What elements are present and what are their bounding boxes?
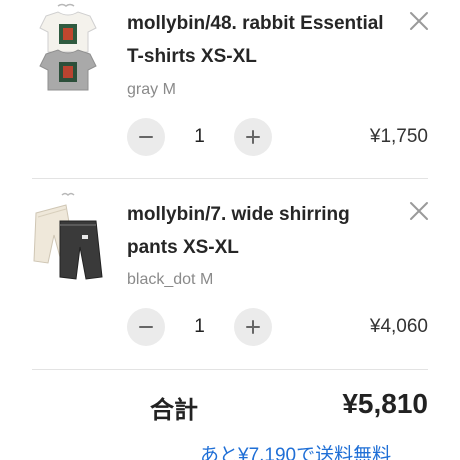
decrease-quantity-button[interactable] xyxy=(127,118,165,156)
product-variant: black_dot M xyxy=(127,271,214,288)
product-title-line: pants XS-XL xyxy=(127,237,239,258)
product-title[interactable]: mollybin/7. wide shirring pants XS-XL xyxy=(127,198,397,264)
minus-icon xyxy=(139,326,153,328)
cart-total: 合計 ¥5,810 xyxy=(0,386,460,430)
pants-product-image xyxy=(33,192,103,280)
product-thumbnail[interactable] xyxy=(32,191,104,287)
increase-quantity-button[interactable] xyxy=(234,118,272,156)
cart-item: mollybin/48. rabbit Essential T-shirts X… xyxy=(0,0,460,178)
cart-page: mollybin/48. rabbit Essential T-shirts X… xyxy=(0,0,460,460)
product-title-line: mollybin/7. wide shirring xyxy=(127,204,350,225)
plus-icon xyxy=(246,320,260,334)
quantity-value: 1 xyxy=(194,126,205,147)
free-shipping-note[interactable]: あと¥7,190で送料無料 xyxy=(200,440,391,460)
quantity-value: 1 xyxy=(194,316,205,337)
increase-quantity-button[interactable] xyxy=(234,308,272,346)
tshirt-product-image xyxy=(39,3,97,91)
quantity-stepper: 1 ¥1,750 xyxy=(127,118,428,156)
product-title-line: mollybin/48. rabbit Essential xyxy=(127,13,384,34)
total-label: 合計 xyxy=(150,397,198,424)
close-icon[interactable] xyxy=(408,10,430,32)
product-title[interactable]: mollybin/48. rabbit Essential T-shirts X… xyxy=(127,7,397,73)
divider xyxy=(32,369,428,370)
total-value: ¥5,810 xyxy=(342,388,428,419)
item-price: ¥1,750 xyxy=(369,126,428,147)
product-title-line: T-shirts XS-XL xyxy=(127,46,257,67)
minus-icon xyxy=(139,136,153,138)
close-icon[interactable] xyxy=(408,200,430,222)
quantity-stepper: 1 ¥4,060 xyxy=(127,308,428,346)
cart-item: mollybin/7. wide shirring pants XS-XL bl… xyxy=(0,179,460,369)
product-thumbnail[interactable] xyxy=(32,2,104,94)
product-variant: gray M xyxy=(127,81,176,98)
item-price: ¥4,060 xyxy=(369,316,428,337)
plus-icon xyxy=(246,130,260,144)
decrease-quantity-button[interactable] xyxy=(127,308,165,346)
